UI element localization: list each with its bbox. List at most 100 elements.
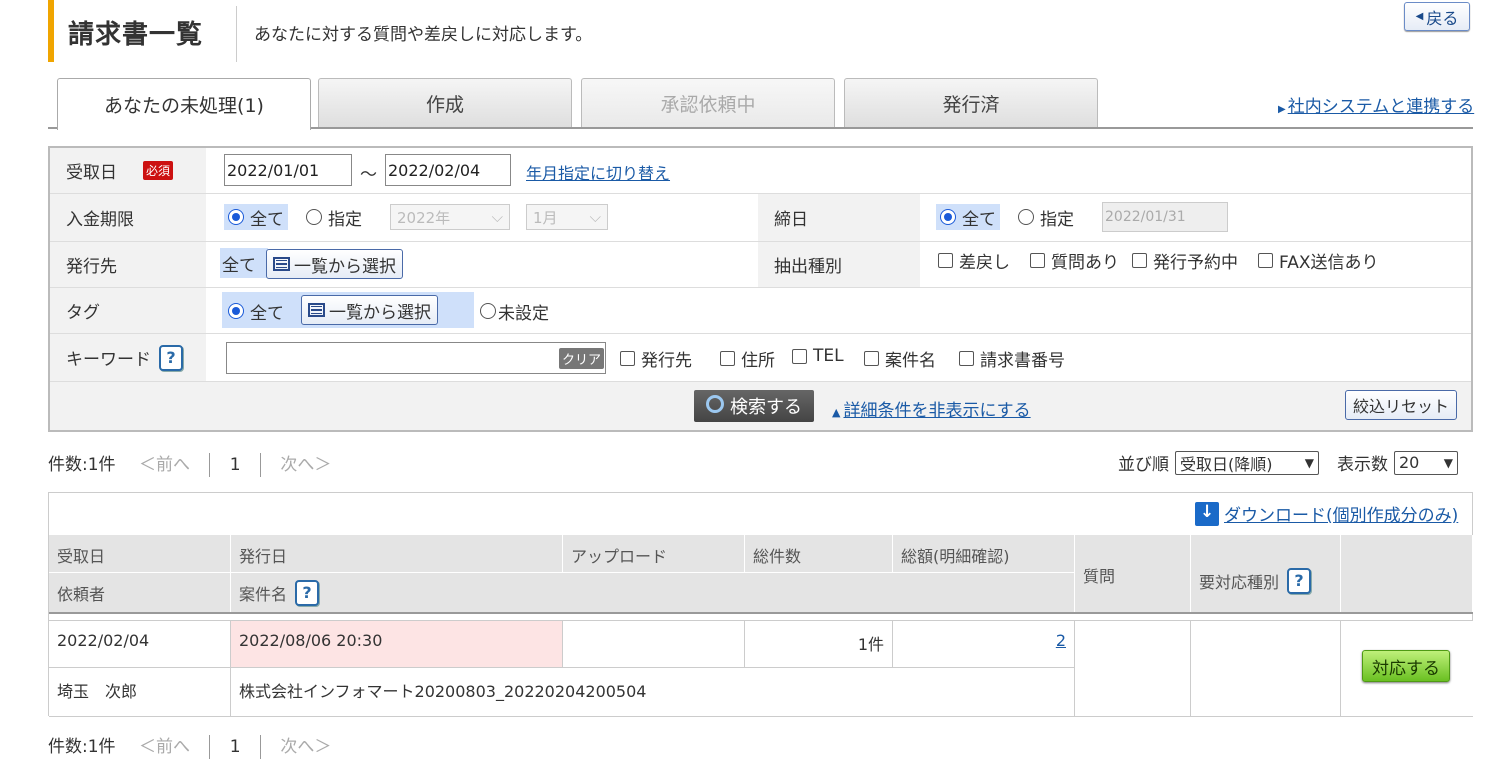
list-icon <box>273 257 290 271</box>
header-separator <box>49 612 1473 614</box>
respond-button[interactable]: 対応する <box>1362 650 1450 682</box>
issuer-select-list-button[interactable]: 一覧から選択 <box>266 249 403 279</box>
page-title: 請求書一覧 <box>68 20 204 50</box>
payment-due-month-select: 1月 ⌵ <box>526 204 608 230</box>
triangle-up-icon: ▲ <box>832 406 841 419</box>
cell-upload <box>563 621 745 668</box>
table-row: 2022/02/04 2022/08/06 20:30 1件 2 埼玉 次郎 株… <box>49 620 1473 717</box>
payment-due-year-select: 2022年 ⌵ <box>390 204 510 230</box>
received-label: 受取日 必須 <box>50 148 206 193</box>
chevron-down-icon: ⌵ <box>491 208 503 226</box>
extract-sendback-checkbox[interactable]: 差戻し <box>938 248 1010 273</box>
checkbox-icon <box>792 348 807 364</box>
tab-create[interactable]: 作成 <box>318 78 572 128</box>
pager-divider <box>209 453 211 477</box>
col-response-type: 要対応種別? <box>1191 535 1341 613</box>
keyword-label: キーワード? <box>50 334 206 381</box>
col-requester: 依頼者 <box>49 573 231 613</box>
tab-unprocessed[interactable]: あなたの未処理(1) <box>57 78 311 130</box>
filter-panel: 受取日必須 ～ 年月指定に切り替え 入金期限 全て 指定 2022年⌵ 1月⌵ … <box>48 146 1473 432</box>
cell-total-count: 1件 <box>745 621 893 668</box>
keyword-input[interactable] <box>226 342 606 374</box>
download-link[interactable]: ダウンロード(個別作成分のみ) <box>1195 501 1458 526</box>
tab-approval-pending: 承認依頼中 <box>581 78 835 128</box>
search-button[interactable]: 検索する <box>694 390 814 422</box>
extract-reserved-checkbox[interactable]: 発行予約中 <box>1132 248 1238 273</box>
received-to-input[interactable] <box>385 154 511 186</box>
title-accent-bar <box>48 0 54 62</box>
col-received: 受取日 <box>49 535 231 573</box>
cell-total-amount: 2 <box>893 621 1075 668</box>
help-icon[interactable]: ? <box>1287 567 1312 594</box>
toggle-month-link[interactable]: 年月指定に切り替え <box>526 160 670 184</box>
per-page-label: 表示数 <box>1337 455 1388 475</box>
back-label: 戻る <box>1426 8 1459 28</box>
chevron-down-icon: ▼ <box>1304 455 1314 470</box>
tag-unset-option[interactable]: 未設定 <box>480 298 549 324</box>
filter-row-issuer: 発行先 全て 一覧から選択 抽出種別 差戻し 質問あり 発行予約中 FAX送信あ… <box>50 242 1471 288</box>
col-subject: 案件名? <box>231 573 1075 613</box>
filter-reset-button[interactable]: 絞込リセット <box>1345 390 1457 420</box>
issuer-label: 発行先 <box>50 242 206 287</box>
closing-date-specify-option[interactable]: 指定 <box>1018 204 1074 230</box>
radio-selected-icon <box>228 209 244 225</box>
radio-selected-icon <box>228 303 244 319</box>
received-from-input[interactable] <box>224 154 352 186</box>
total-amount-link[interactable]: 2 <box>1056 631 1066 650</box>
keyword-invoice-number-checkbox[interactable]: 請求書番号 <box>959 346 1065 371</box>
help-icon[interactable]: ? <box>159 344 183 371</box>
checkbox-icon <box>1132 253 1147 268</box>
pager-divider <box>260 453 261 477</box>
link-system-label: 社内システムと連携する <box>1287 97 1475 117</box>
chevron-down-icon: ⌵ <box>589 208 601 226</box>
list-icon <box>308 303 325 317</box>
link-system-integration[interactable]: ▶ 社内システムと連携する <box>1278 92 1474 117</box>
tag-all-option[interactable]: 全て <box>228 298 284 324</box>
tab-issued[interactable]: 発行済 <box>844 78 1098 128</box>
extract-fax-checkbox[interactable]: FAX送信あり <box>1258 248 1379 273</box>
radio-empty-icon <box>480 303 496 319</box>
payment-due-label: 入金期限 <box>50 194 206 241</box>
radio-selected-icon <box>940 209 956 225</box>
hide-details-link[interactable]: ▲ 詳細条件を非表示にする <box>832 396 1031 421</box>
col-total-amount: 総額(明細確認) <box>893 535 1075 573</box>
col-upload: アップロード <box>563 535 745 573</box>
checkbox-icon <box>938 253 953 268</box>
keyword-subject-checkbox[interactable]: 案件名 <box>864 346 936 371</box>
sort-label: 並び順 <box>1118 455 1169 475</box>
pager-divider <box>260 735 261 759</box>
magnifier-icon <box>706 395 724 413</box>
col-issued: 発行日 <box>231 535 563 573</box>
issuer-selection: 全て <box>220 248 268 278</box>
filter-row-tag: タグ 全て 一覧から選択 未設定 <box>50 288 1471 334</box>
pager-divider <box>209 735 211 759</box>
next-page-link: 次へ＞ <box>280 737 332 757</box>
header-divider <box>236 6 237 62</box>
download-icon <box>1195 502 1219 526</box>
keyword-clear-button[interactable]: クリア <box>559 348 605 369</box>
cell-response-type <box>1191 621 1341 717</box>
extract-question-checkbox[interactable]: 質問あり <box>1030 248 1119 273</box>
keyword-address-checkbox[interactable]: 住所 <box>720 346 775 371</box>
triangle-right-icon: ▶ <box>1278 104 1286 115</box>
keyword-issuer-checkbox[interactable]: 発行先 <box>620 346 692 371</box>
date-range-tilde: ～ <box>360 165 377 185</box>
payment-due-all-option[interactable]: 全て <box>224 204 288 230</box>
help-icon[interactable]: ? <box>295 579 320 606</box>
result-count: 件数:1件 <box>48 737 116 757</box>
per-page-select[interactable]: 20 ▼ <box>1394 450 1458 475</box>
current-page: 1 <box>229 737 241 757</box>
checkbox-icon <box>959 351 974 366</box>
sort-select[interactable]: 受取日(降順) ▼ <box>1175 450 1319 475</box>
back-arrow-icon: ◀ <box>1415 11 1424 22</box>
extract-type-label: 抽出種別 <box>758 242 920 287</box>
filter-row-received: 受取日必須 ～ 年月指定に切り替え <box>50 148 1471 194</box>
closing-date-input <box>1102 202 1228 232</box>
keyword-tel-checkbox[interactable]: TEL <box>792 346 844 366</box>
payment-due-specify-option[interactable]: 指定 <box>306 204 362 230</box>
closing-date-label: 締日 <box>758 194 920 241</box>
back-button[interactable]: ◀ 戻る <box>1404 2 1470 31</box>
closing-date-all-option[interactable]: 全て <box>936 204 1000 230</box>
chevron-down-icon: ▼ <box>1443 455 1453 470</box>
tag-select-list-button[interactable]: 一覧から選択 <box>301 295 438 325</box>
